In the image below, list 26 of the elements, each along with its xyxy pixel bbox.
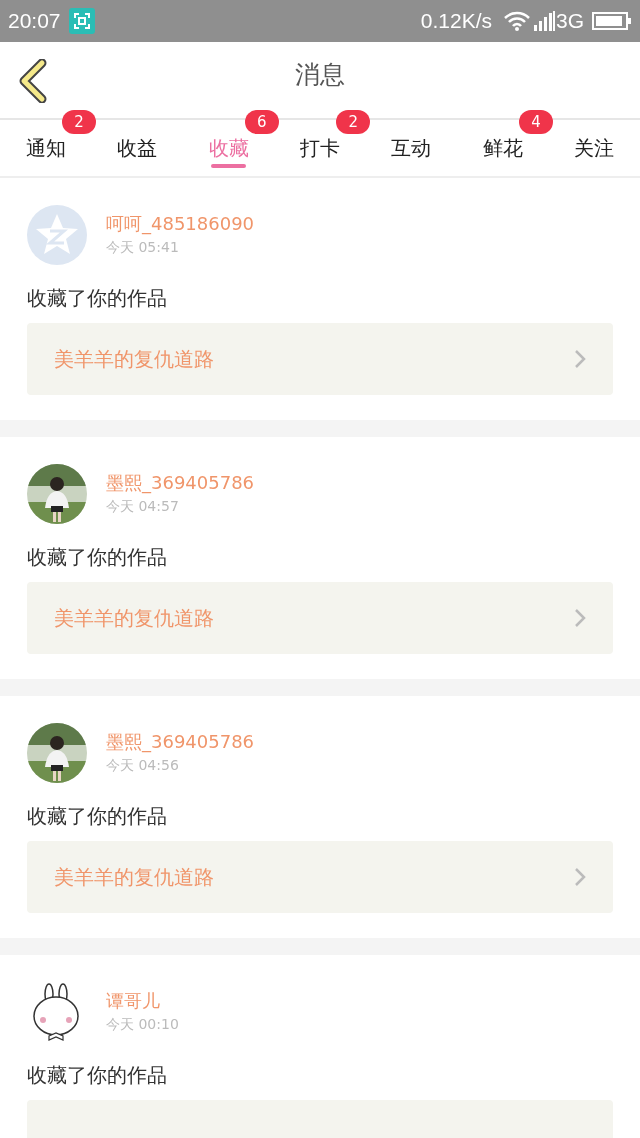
message-text: 收藏了你的作品 <box>27 544 167 571</box>
chevron-right-icon <box>574 867 586 887</box>
message-text: 收藏了你的作品 <box>27 285 167 312</box>
page-title: 消息 <box>295 60 345 90</box>
signal-icon <box>534 11 556 31</box>
wifi-icon <box>504 11 530 31</box>
chevron-right-icon <box>574 349 586 369</box>
count-badge: 4 <box>519 110 554 134</box>
count-badge: 2 <box>336 110 371 134</box>
selected-underline <box>210 164 247 168</box>
chevron-right-icon <box>574 608 586 628</box>
screenshot-icon <box>68 8 95 34</box>
count-badge: 2 <box>62 110 96 134</box>
message-time: 今天 00:10 <box>106 1015 179 1034</box>
message-card[interactable]: 谭哥儿 今天 00:10 收藏了你的作品 <box>0 955 640 1138</box>
count-badge: 6 <box>244 110 279 134</box>
message-time: 今天 04:57 <box>106 497 180 516</box>
clock: 20:07 <box>8 8 61 35</box>
network-type: 3G <box>556 8 584 35</box>
default-avatar-icon <box>27 205 87 265</box>
network-speed: 0.12K/s <box>420 8 492 35</box>
battery-icon <box>592 12 632 30</box>
message-text: 收藏了你的作品 <box>27 1062 167 1089</box>
message-time: 今天 04:56 <box>106 756 180 775</box>
message-time: 今天 05:41 <box>106 238 180 257</box>
message-text: 收藏了你的作品 <box>27 803 167 830</box>
